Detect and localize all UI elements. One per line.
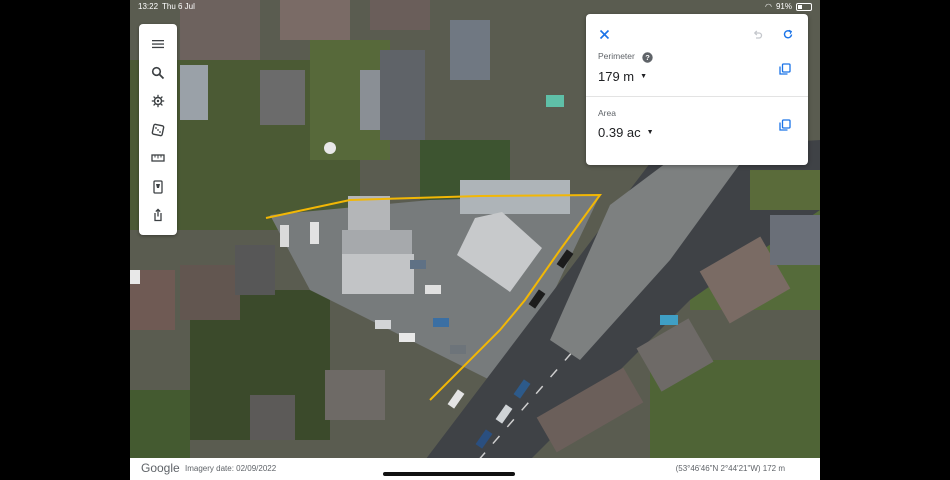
google-logo: Google — [141, 461, 180, 475]
dice-icon — [151, 123, 165, 137]
area-value: 0.39 ac — [598, 125, 641, 140]
copy-icon — [779, 119, 791, 131]
share-icon — [154, 208, 162, 222]
svg-text:?: ? — [645, 53, 650, 62]
battery-percent: 91% — [775, 2, 792, 11]
redo-icon — [783, 29, 793, 39]
ruler-icon — [151, 154, 165, 162]
panel-divider — [586, 96, 808, 97]
share-button[interactable] — [141, 201, 175, 230]
search-icon — [151, 66, 165, 79]
home-indicator[interactable] — [383, 472, 515, 476]
search-button[interactable] — [141, 59, 175, 88]
redo-button[interactable] — [783, 27, 794, 45]
perimeter-label: Perimeter — [598, 51, 635, 61]
earth-app-screen: 13:22 Thu 6 Jul ◠ 91% Perimeter ? 179 m … — [130, 0, 820, 480]
left-toolbar — [139, 24, 177, 235]
menu-button[interactable] — [141, 30, 175, 59]
perimeter-help-button[interactable]: ? — [642, 50, 653, 68]
status-time: 13:22 — [138, 2, 159, 11]
undo-button[interactable] — [752, 27, 763, 45]
copy-perimeter-button[interactable] — [779, 62, 791, 80]
projects-icon — [153, 180, 163, 194]
status-indicators: ◠ 91% — [765, 2, 812, 11]
voyager-button[interactable] — [141, 87, 175, 116]
menu-icon — [152, 40, 164, 49]
chevron-down-icon: ▼ — [640, 73, 648, 80]
measure-panel: Perimeter ? 179 m ▼ Area 0.39 ac ▼ — [586, 14, 808, 165]
undo-icon — [753, 30, 763, 39]
wifi-icon: ◠ — [765, 2, 772, 11]
projects-button[interactable] — [141, 173, 175, 202]
feeling-lucky-button[interactable] — [141, 116, 175, 145]
close-button[interactable] — [599, 27, 610, 45]
copy-icon — [779, 63, 791, 75]
bottom-attribution-bar: Google Imagery date: 02/09/2022 (53°46'4… — [130, 458, 820, 480]
help-icon: ? — [642, 52, 653, 63]
copy-area-button[interactable] — [779, 118, 791, 136]
area-label: Area — [598, 108, 616, 118]
measure-button[interactable] — [141, 144, 175, 173]
close-icon — [599, 29, 610, 40]
chevron-down-icon: ▼ — [646, 129, 654, 136]
helm-icon — [151, 95, 165, 108]
imagery-date: Imagery date: 02/09/2022 — [185, 464, 277, 473]
area-unit-dropdown[interactable]: 0.39 ac ▼ — [598, 125, 654, 140]
battery-icon — [796, 2, 812, 11]
coordinates-readout: (53°46'46"N 2°44'21"W) 172 m — [675, 464, 785, 473]
status-date: Thu 6 Jul — [162, 2, 195, 11]
perimeter-unit-dropdown[interactable]: 179 m ▼ — [598, 69, 647, 84]
perimeter-value: 179 m — [598, 69, 635, 84]
